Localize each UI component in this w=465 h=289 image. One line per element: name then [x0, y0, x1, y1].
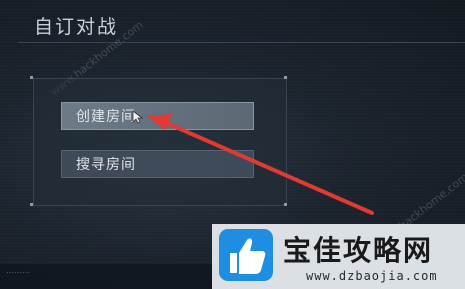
- game-screen: 自订对战 www.hackhome.com www.hackhome.com 创…: [0, 0, 465, 289]
- bottom-bar: [0, 264, 212, 289]
- brand-url: www.dzbaojia.com: [306, 269, 438, 283]
- brand-name: 宝佳攻略网: [283, 234, 434, 267]
- thumbs-up-icon: [219, 229, 273, 281]
- bottom-status: ⋯⋯⋯: [6, 268, 30, 277]
